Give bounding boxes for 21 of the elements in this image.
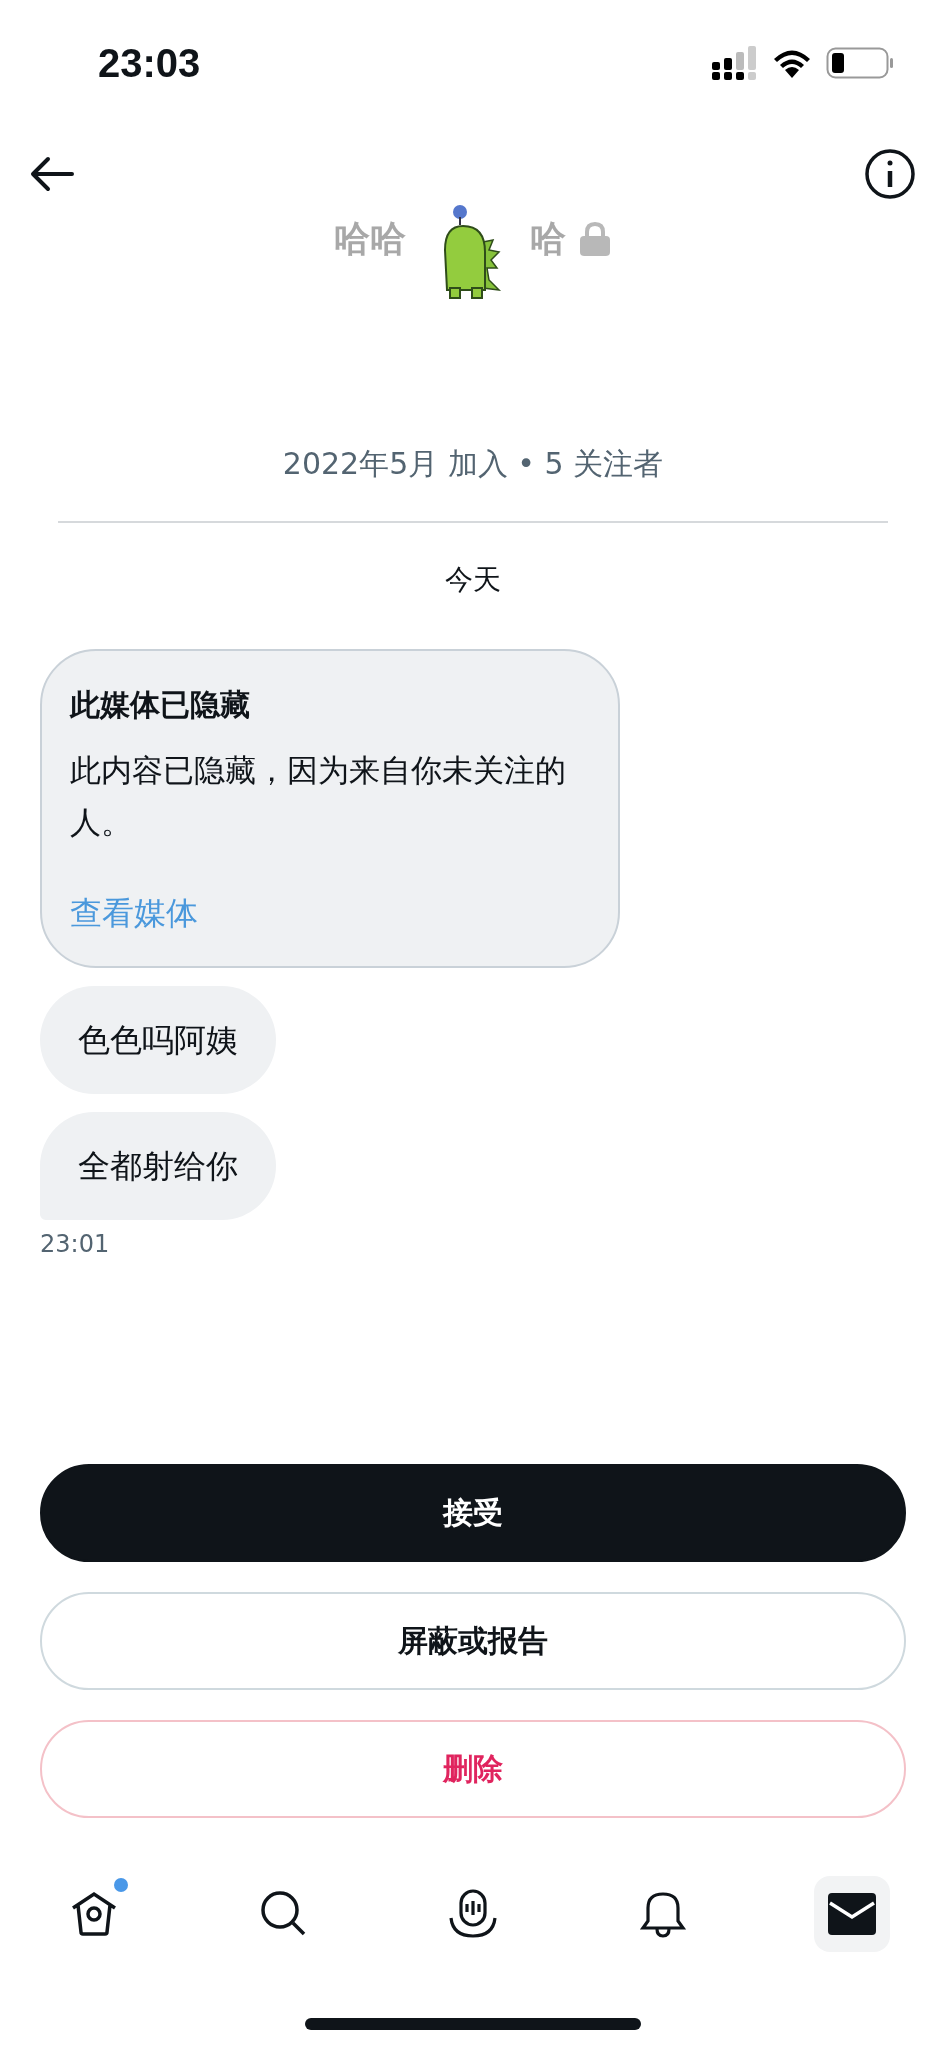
wifi-icon	[772, 48, 812, 78]
message-time: 23:01	[39, 1229, 111, 1258]
profile-name: 哈	[530, 216, 566, 261]
message-bubble: 全都射给你	[40, 1112, 276, 1220]
delete-button[interactable]: 删除	[40, 1720, 906, 1818]
join-date-text: 2022年5月 加入 • 5 关注者	[281, 445, 665, 483]
battery-icon	[826, 47, 894, 79]
block-report-button[interactable]: 屏蔽或报告	[40, 1592, 906, 1690]
back-arrow-icon[interactable]	[30, 156, 74, 192]
signal-icon	[712, 46, 758, 80]
status-time: 23:03	[98, 40, 201, 86]
message-bubble: 色色吗阿姨	[40, 986, 276, 1094]
info-icon[interactable]	[864, 148, 916, 200]
envelope-icon	[826, 1891, 878, 1937]
microphone-icon	[447, 1888, 499, 1940]
accept-button[interactable]: 接受	[40, 1464, 906, 1562]
tab-bar-item[interactable]	[814, 1876, 890, 1952]
card-title: 此媒体已隐藏	[70, 686, 251, 724]
card-text: 此内容已隐藏，因为来自你未关注的人。	[70, 751, 567, 842]
profile-name: 哈哈	[334, 216, 406, 261]
date-separator: 今天	[445, 562, 501, 598]
